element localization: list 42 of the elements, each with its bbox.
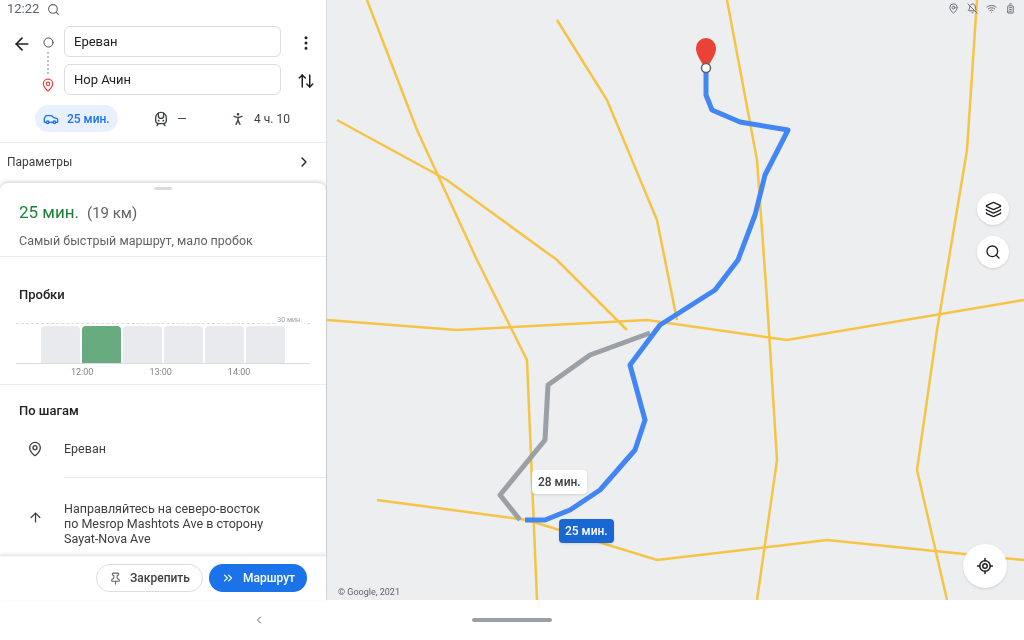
search-button[interactable]: [977, 236, 1009, 268]
swap-icon[interactable]: [297, 72, 315, 90]
options-row[interactable]: Параметры: [0, 143, 326, 181]
start-button[interactable]: Маршрут: [208, 564, 307, 592]
notifications-off-icon: [967, 3, 978, 14]
destination-marker[interactable]: [696, 38, 716, 74]
home-handle[interactable]: [472, 618, 552, 622]
map-copyright: © Google, 2021: [338, 585, 400, 599]
route-duration: 25 мин.: [19, 201, 80, 224]
traffic-bar[interactable]: [82, 325, 121, 363]
location-status-icon: [948, 3, 959, 14]
layers-button[interactable]: [977, 193, 1009, 225]
origin-field[interactable]: Ереван: [64, 26, 281, 57]
location-pin-icon: [27, 441, 43, 458]
origin-circle-icon: [42, 37, 54, 48]
search-icon: [985, 244, 1001, 260]
route-time-label[interactable]: 28 мин.: [532, 470, 587, 494]
wifi-icon: [986, 3, 997, 14]
route-time-label[interactable]: 25 мин.: [559, 519, 614, 543]
travel-mode-tab[interactable]: 4 ч. 10: [222, 105, 298, 132]
locate-icon: [976, 557, 994, 575]
step-text[interactable]: Направляйтесь на северо-восток по Mesrop Mashtots Ave в сторону Sayat-Nova Ave: [64, 500, 326, 546]
destination-pin-icon: [41, 78, 55, 92]
battery-icon: [1005, 3, 1016, 14]
train-icon: [153, 110, 170, 127]
destination-field[interactable]: Нор Ачин: [64, 64, 281, 95]
travel-mode-tab[interactable]: —: [145, 105, 195, 132]
hour-label: 13:00: [149, 366, 172, 378]
search-icon: [47, 2, 61, 16]
my-location-button[interactable]: [963, 544, 1007, 588]
section-title: Пробки: [18, 286, 66, 305]
drag-handle[interactable]: [154, 187, 172, 190]
section-title: По шагам: [18, 401, 80, 420]
step-text[interactable]: Ереван: [64, 441, 156, 457]
route-description: Самый быстрый маршрут, мало пробок: [18, 231, 254, 250]
status-time: 12:22: [7, 0, 40, 19]
route-distance: (19 км): [87, 203, 138, 224]
hour-label: 12:00: [71, 366, 94, 378]
layers-icon: [984, 200, 1002, 218]
hour-label: 14:00: [227, 366, 251, 378]
travel-mode-tab[interactable]: 25 мин.: [35, 105, 118, 132]
pin-icon: [109, 571, 123, 585]
